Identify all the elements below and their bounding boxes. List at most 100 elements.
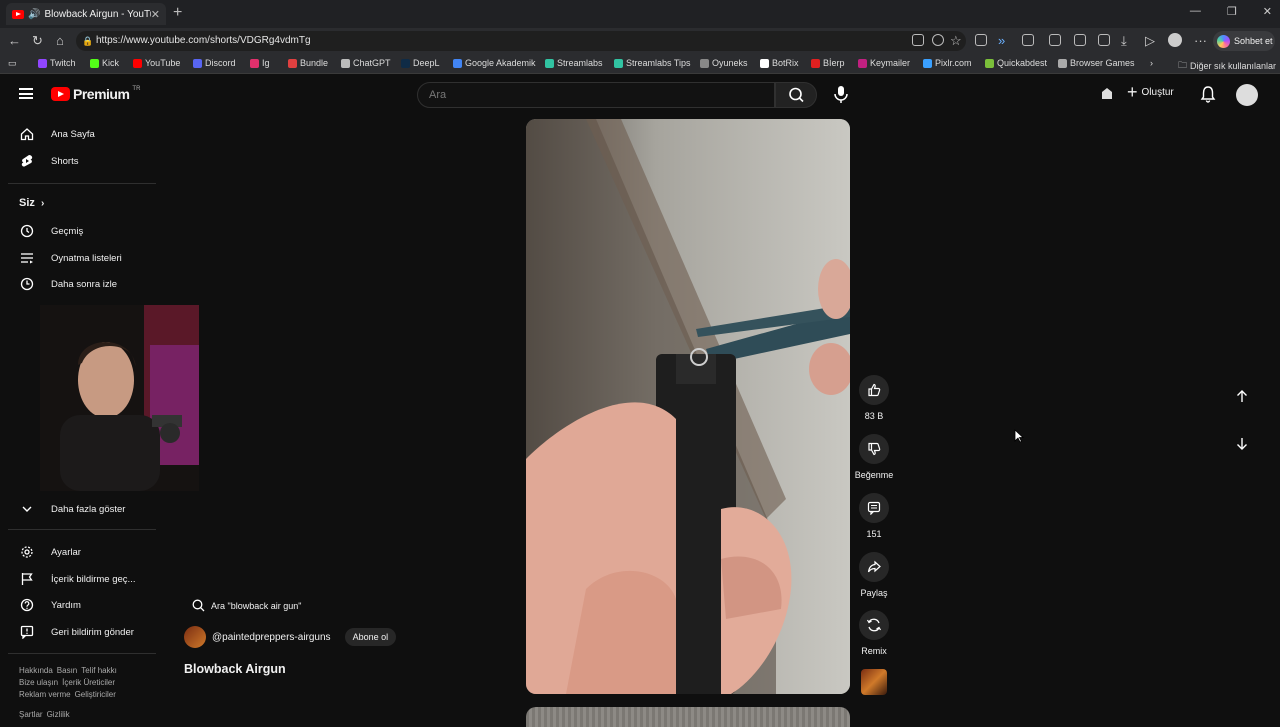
performance-icon[interactable] [1074,34,1086,46]
bookmark-item[interactable]: BotRix [760,58,799,68]
bookmark-item[interactable]: ChatGPT [341,58,391,68]
footer-link[interactable]: Şartlar [19,710,43,719]
sidebar-item-shorts[interactable]: Shorts [20,151,78,171]
bookmarks-overflow-icon[interactable]: › [1150,58,1153,68]
notifications-bell-icon[interactable] [1200,85,1216,103]
bookmark-item[interactable]: Twitch [38,58,76,68]
browser-tab[interactable]: 🔊 Blowback Airgun - YouTube ✕ [6,3,166,25]
app-available-icon[interactable] [912,34,924,46]
bookmark-item[interactable]: DeepL [401,58,440,68]
puzzle-icon[interactable] [1022,34,1034,46]
bookmark-favicon-icon [401,58,410,68]
previous-short-button[interactable] [1230,384,1254,408]
footer-link[interactable]: Bize ulaşın [19,678,58,687]
footer-link[interactable]: Telif hakkı [81,666,117,675]
channel-name[interactable]: @paintedpreppers-airguns [212,632,331,643]
sidebar-item-report-history[interactable]: İçerik bildirme geç... [20,569,135,589]
bookmark-item[interactable]: Streamlabs Tips [614,58,691,68]
url-field[interactable]: 🔒 https://www.youtube.com/shorts/VDGRg4v… [76,31,966,51]
bookmark-item[interactable]: Kick [90,58,119,68]
footer-link[interactable]: Gizlilik [47,710,70,719]
sidebar-item-help[interactable]: Yardım [20,595,81,615]
collections-icon[interactable] [1098,34,1110,46]
channel-audio-thumbnail[interactable] [861,669,887,695]
tab-close-icon[interactable]: ✕ [151,8,160,21]
restore-icon[interactable]: ❐ [1227,5,1237,18]
bookmark-item[interactable]: Oyuneks [700,58,748,68]
comments-button[interactable]: 151 [854,493,894,539]
sidebar-item-home[interactable]: Ana Sayfa [20,124,95,144]
refresh-icon[interactable]: ↻ [32,33,43,49]
other-bookmarks[interactable]: 🗀 Diğer sık kullanılanlar [1178,58,1276,74]
next-short-preview[interactable] [526,707,850,727]
bookmark-label: Browser Games [1070,58,1135,68]
sidebar-you-header[interactable]: Siz › [19,197,44,209]
window-controls: — ❐ ✕ [1190,5,1272,18]
downloads-icon[interactable]: ⤓ [1121,33,1127,49]
sidebar-item-feedback[interactable]: Geri bildirim gönder [20,622,134,642]
short-title[interactable]: Blowback Airgun [184,662,286,676]
channel-row: @paintedpreppers-airguns Abone ol [184,626,397,648]
search-suggestion[interactable]: Ara "blowback air gun" [192,599,301,612]
next-short-button[interactable] [1230,432,1254,456]
create-button[interactable]: + Oluştur [1127,83,1174,101]
like-button[interactable]: 83 B [854,375,894,421]
remix-button[interactable]: Remix [854,610,894,656]
short-video-player[interactable] [526,119,850,694]
youtube-page: Premium TR Ara + Oluştur Ana Sayfa Short… [0,75,1280,727]
cast-icon[interactable] [1100,87,1114,101]
favorite-star-icon[interactable]: ☆ [950,33,962,49]
show-more-button[interactable]: Daha fazla göster [20,499,125,519]
dislike-button[interactable]: Beğenme [854,434,894,480]
window-close-icon[interactable]: ✕ [1263,5,1272,18]
new-tab-icon[interactable]: + [173,4,182,22]
speaker-icon[interactable]: 🔊 [28,9,40,20]
bookmark-item[interactable]: Bundle [288,58,328,68]
footer-link[interactable]: Geliştiriciler [75,690,116,699]
bookmark-item[interactable]: Bİerp [811,58,845,68]
extension-icon[interactable] [975,34,987,46]
bookmark-item[interactable]: Google Akademik [453,58,536,68]
bookmarks-toggle-icon[interactable]: ▭ [8,58,17,69]
minimize-icon[interactable]: — [1190,5,1201,18]
microphone-icon[interactable] [832,84,850,104]
footer-link[interactable]: Hakkında [19,666,53,675]
bookmark-item[interactable]: Pixlr.com [923,58,972,68]
channel-avatar[interactable] [184,626,206,648]
profile-icon[interactable] [1168,33,1182,47]
bookmark-label: Twitch [50,58,76,68]
bookmark-item[interactable]: Quickabdest [985,58,1047,68]
bookmark-item[interactable]: Browser Games [1058,58,1135,68]
bookmark-item[interactable]: YouTube [133,58,180,68]
search-input[interactable]: Ara [417,82,775,108]
sidebar-item-settings[interactable]: Ayarlar [20,542,81,562]
footer-link[interactable]: Reklam verme [19,690,71,699]
sidebar-item-watch-later[interactable]: Daha sonra izle [20,274,117,294]
bookmark-item[interactable]: Keymailer [858,58,910,68]
footer-link[interactable]: Basın [57,666,77,675]
bookmark-favicon-icon [288,58,297,68]
split-screen-icon[interactable] [1049,34,1061,46]
search-button[interactable] [775,82,817,108]
bookmark-item[interactable]: Discord [193,58,236,68]
account-avatar[interactable] [1236,84,1258,106]
home-browser-icon[interactable]: ⌂ [56,33,64,48]
tracking-icon[interactable] [932,34,944,46]
chevron-right-icon: › [40,198,45,209]
bookmark-item[interactable]: Streamlabs [545,58,603,68]
sidebar-item-history[interactable]: Geçmiş [20,221,83,241]
bookmark-item[interactable]: Ig [250,58,270,68]
dislike-label: Beğenme [854,470,894,480]
youtube-premium-logo[interactable]: Premium TR [51,86,140,102]
playlist-icon [21,253,33,264]
share-button[interactable]: Paylaş [854,552,894,598]
copilot-button[interactable]: Sohbet et [1213,31,1275,51]
translate-icon[interactable]: » [998,33,1005,48]
subscribe-button[interactable]: Abone ol [344,628,397,646]
sidebar-item-playlists[interactable]: Oynatma listeleri [20,248,122,268]
more-menu-icon[interactable]: ··· [1194,33,1207,48]
footer-link[interactable]: İçerik Üreticiler [62,678,115,687]
share-browser-icon[interactable]: ▷ [1145,33,1155,49]
back-icon[interactable]: ← [8,33,21,48]
hamburger-menu-icon[interactable] [19,88,33,99]
